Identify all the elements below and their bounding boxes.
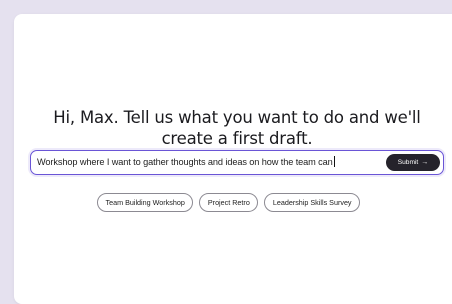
page-title: Hi, Max. Tell us what you want to do and… (14, 107, 452, 149)
prompt-text-wrapper[interactable]: Workshop where I want to gather thoughts… (37, 156, 335, 169)
submit-button-label: Submit (397, 158, 419, 166)
prompt-input[interactable]: Workshop where I want to gather thoughts… (30, 150, 444, 175)
suggestion-chip-project-retro[interactable]: Project Retro (199, 193, 259, 212)
suggestion-chip-team-building-workshop[interactable]: Team Building Workshop (97, 193, 194, 212)
prompt-input-value[interactable]: Workshop where I want to gather thoughts… (37, 157, 333, 167)
submit-button[interactable]: Submit → (386, 153, 440, 171)
suggestion-chip-leadership-skills-survey[interactable]: Leadership Skills Survey (264, 193, 361, 212)
arrow-right-icon: → (421, 158, 429, 166)
text-caret (333, 156, 335, 167)
suggestion-chips: Team Building Workshop Project Retro Lea… (97, 193, 361, 212)
headline-line-1: Hi, Max. Tell us what you want to do and… (53, 108, 421, 127)
headline-line-2: create a first draft. (161, 129, 313, 148)
